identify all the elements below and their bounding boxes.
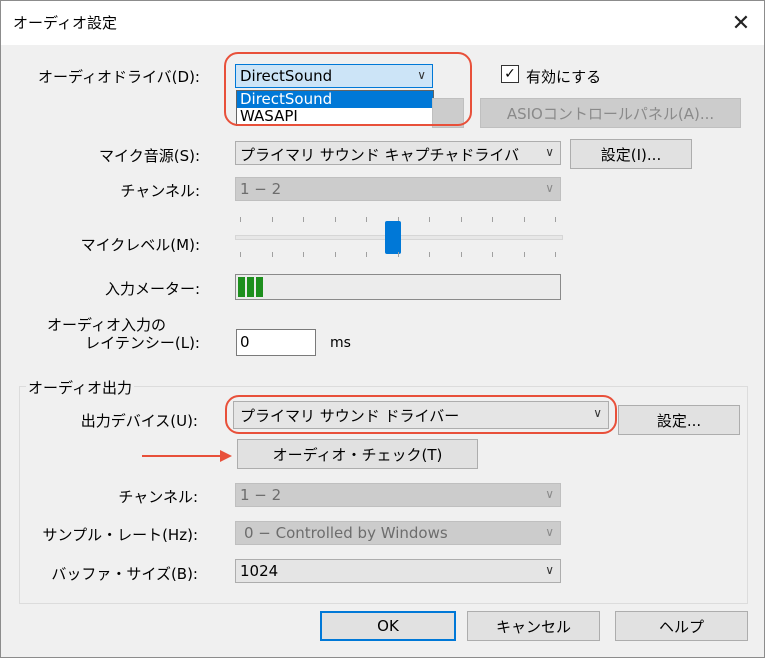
output-channel-select[interactable]: 1 − 2 ∨	[235, 483, 561, 507]
meter-bar	[256, 277, 263, 297]
slider-tick	[460, 252, 462, 257]
chevron-down-icon: ∨	[545, 145, 554, 159]
ok-button[interactable]: OK	[320, 611, 456, 641]
meter-bar	[247, 277, 254, 297]
slider-tick	[460, 217, 462, 222]
input-channel-select[interactable]: 1 − 2 ∨	[235, 177, 561, 201]
slider-tick	[366, 217, 367, 222]
window-title: オーディオ設定	[13, 14, 117, 32]
annotation-highlight-driver	[224, 52, 472, 126]
annotation-highlight-output-device	[225, 395, 617, 434]
slider-tick	[303, 217, 304, 222]
input-channel-label: チャンネル:	[120, 182, 200, 200]
chevron-down-icon: ∨	[545, 181, 554, 195]
input-meter-label: 入力メーター:	[104, 280, 200, 298]
audio-check-button[interactable]: オーディオ・チェック(T)	[237, 439, 478, 469]
input-meter	[235, 274, 561, 300]
buffer-size-value: 1024	[240, 562, 279, 580]
chevron-down-icon: ∨	[545, 563, 554, 577]
sample-rate-label: サンプル・レート(Hz):	[42, 526, 198, 544]
meter-bar	[238, 277, 245, 297]
mic-source-label: マイク音源(S):	[99, 147, 200, 165]
mic-source-select[interactable]: プライマリ サウンド キャプチャドライバ ∨	[235, 141, 561, 165]
slider-tick	[523, 252, 525, 257]
mic-settings-button[interactable]: 設定(I)...	[570, 139, 692, 169]
mic-source-value: プライマリ サウンド キャプチャドライバ	[240, 146, 520, 164]
slider-tick	[555, 252, 556, 257]
audio-output-group-title: オーディオ出力	[26, 377, 134, 398]
latency-unit: ms	[330, 335, 351, 351]
latency-label-line2: レイテンシー(L):	[85, 334, 200, 352]
slider-ticks-bottom	[240, 252, 556, 258]
output-settings-button[interactable]: 設定...	[618, 405, 740, 435]
buffer-size-select[interactable]: 1024 ∨	[235, 559, 561, 583]
help-button[interactable]: ヘルプ	[615, 611, 748, 641]
slider-tick	[397, 252, 399, 257]
slider-tick	[492, 252, 493, 257]
driver-label: オーディオドライバ(D):	[38, 68, 200, 86]
enable-label: 有効にする	[526, 68, 602, 86]
title-bar: オーディオ設定 ✕	[1, 1, 764, 45]
sample-rate-select[interactable]: 0 − Controlled by Windows ∨	[235, 521, 561, 545]
latency-input[interactable]: 0	[236, 329, 316, 356]
buffer-size-label: バッファ・サイズ(B):	[51, 565, 198, 583]
chevron-down-icon: ∨	[545, 487, 554, 501]
close-icon[interactable]: ✕	[718, 1, 764, 45]
output-device-label: 出力デバイス(U):	[80, 412, 198, 430]
slider-tick	[429, 252, 430, 257]
slider-tick	[334, 252, 336, 257]
checkmark-icon: ✓	[504, 66, 516, 82]
slider-tick	[271, 217, 273, 222]
mic-level-label: マイクレベル(M):	[80, 236, 200, 254]
slider-tick	[240, 217, 241, 222]
output-channel-label: チャンネル:	[118, 488, 198, 506]
annotation-arrow-icon	[142, 450, 232, 462]
slider-tick	[492, 217, 493, 222]
asio-control-panel-button[interactable]: ASIOコントロールパネル(A)...	[480, 98, 741, 128]
slider-tick	[334, 217, 336, 222]
slider-tick	[523, 217, 525, 222]
enable-checkbox[interactable]: ✓	[501, 65, 519, 83]
mic-level-thumb[interactable]	[384, 221, 401, 254]
cancel-button[interactable]: キャンセル	[467, 611, 600, 641]
slider-tick	[366, 252, 367, 257]
chevron-down-icon: ∨	[545, 525, 554, 539]
output-channel-value: 1 − 2	[240, 486, 282, 504]
input-channel-value: 1 − 2	[240, 180, 282, 198]
slider-tick	[429, 217, 430, 222]
slider-tick	[240, 252, 241, 257]
slider-tick	[555, 217, 556, 222]
sample-rate-value: 0 − Controlled by Windows	[244, 524, 448, 542]
slider-tick	[271, 252, 273, 257]
slider-tick	[303, 252, 304, 257]
